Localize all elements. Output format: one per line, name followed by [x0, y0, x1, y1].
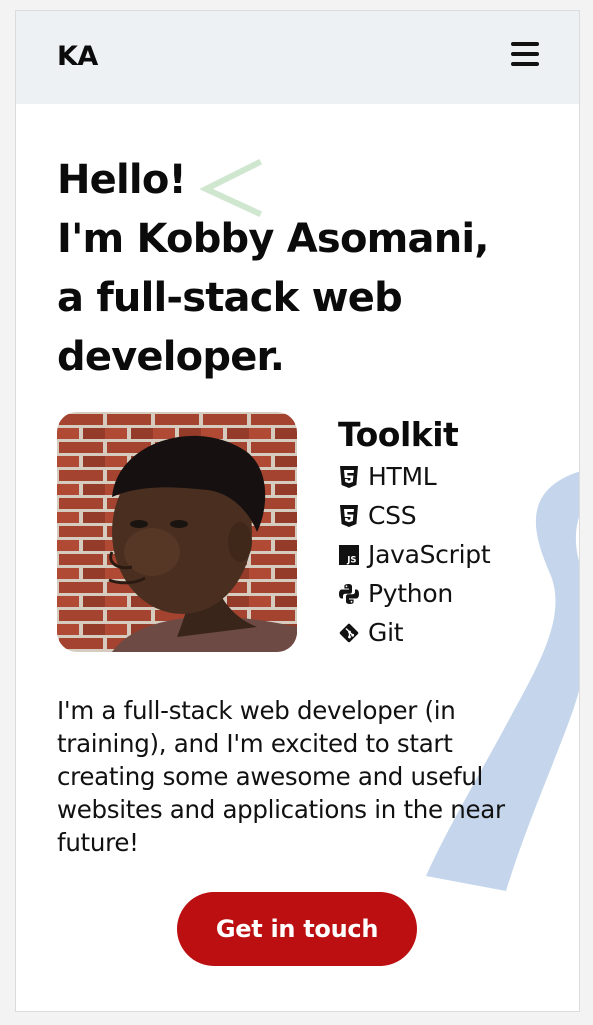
hero-line-role-end: developer. [57, 334, 285, 380]
hero-line-greeting: Hello! [57, 157, 187, 203]
tool-label: Python [368, 579, 453, 608]
html5-icon [338, 465, 360, 488]
hero-line-name: I'm Kobby Asomani, [57, 216, 489, 262]
navbar: KA [16, 11, 579, 104]
python-icon [338, 583, 360, 605]
tool-item-javascript: JS JavaScript [338, 535, 491, 574]
toolkit-title: Toolkit [338, 415, 459, 454]
page: KA Hello! I'm Kobby Asomani, a full-stac… [15, 10, 580, 1012]
tool-label: HTML [368, 462, 437, 491]
tool-label: JavaScript [368, 540, 491, 569]
hamburger-menu-icon[interactable] [511, 42, 539, 66]
tool-item-html: HTML [338, 457, 490, 496]
tool-label: Git [368, 618, 404, 647]
tool-item-css: CSS [338, 496, 490, 535]
menu-bar [511, 52, 539, 56]
profile-photo [57, 412, 297, 652]
hero-title: Hello! I'm Kobby Asomani, a full-stack w… [57, 151, 557, 387]
tool-item-python: Python [338, 574, 490, 613]
toolkit-section: Toolkit HTML CSS JS JavaScript Python Gi… [338, 415, 491, 652]
javascript-icon: JS [338, 544, 360, 566]
get-in-touch-button[interactable]: Get in touch [177, 892, 417, 966]
tool-label: CSS [368, 501, 417, 530]
hero-line-role: a full-stack web [57, 275, 403, 321]
menu-bar [511, 62, 539, 66]
tool-item-git: Git [338, 613, 490, 652]
git-icon [338, 622, 360, 644]
site-logo[interactable]: KA [57, 41, 98, 72]
menu-bar [511, 42, 539, 46]
svg-text:JS: JS [346, 555, 356, 565]
bio-text: I'm a full-stack web developer (in train… [57, 696, 505, 857]
css3-icon [338, 504, 360, 527]
